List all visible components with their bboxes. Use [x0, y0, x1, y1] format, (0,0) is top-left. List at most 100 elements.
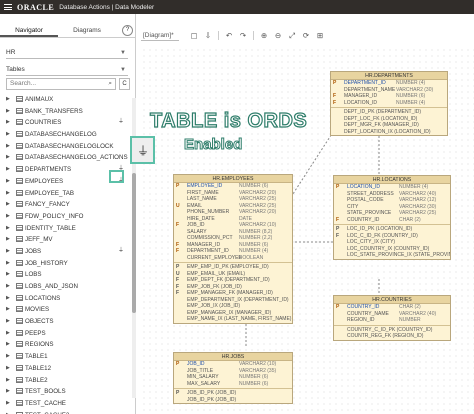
chevron-right-icon[interactable]: ▶ [6, 188, 10, 200]
chevron-right-icon[interactable]: ▶ [6, 281, 10, 293]
key-text: LOC_C_ID_FK (COUNTRY_ID) [347, 232, 418, 239]
list-item[interactable]: ▶ PEEPS [6, 328, 130, 340]
zoom-out-icon[interactable]: ⊖ [271, 31, 285, 40]
column-type: VARCHAR2 (30) [396, 86, 434, 93]
chevron-right-icon[interactable]: ▶ [6, 293, 10, 305]
chevron-right-icon[interactable]: ▶ [6, 152, 10, 164]
list-item[interactable]: ▶TEST_CACHE2 [6, 410, 130, 414]
chevron-right-icon[interactable]: ▶ [6, 164, 10, 176]
list-item[interactable]: ▶ TEST_CACHE [6, 398, 130, 410]
chevron-right-icon[interactable]: ▶ [6, 199, 10, 211]
refresh-icon[interactable]: ⟳ [299, 31, 313, 40]
refresh-button[interactable]: C [119, 78, 130, 90]
column-type: NUMBER (6) [239, 183, 269, 189]
chevron-right-icon[interactable]: ▶ [6, 351, 10, 363]
list-item[interactable]: ▶ TABLE1 [6, 351, 130, 363]
chevron-right-icon[interactable]: ▶ [6, 176, 10, 188]
chevron-right-icon[interactable]: ▶ [6, 117, 10, 129]
layout-icon[interactable]: ⊞ [313, 31, 327, 40]
key-text: LOC_CITY_IX (CITY) [347, 239, 396, 245]
list-item[interactable]: ▶ BANK_TRANSFERS [6, 106, 130, 118]
tab-navigator[interactable]: Navigator [0, 24, 58, 37]
schema-select[interactable]: HR ▼ [6, 47, 128, 59]
zoom-in-icon[interactable]: ⊕ [257, 31, 271, 40]
chevron-right-icon[interactable]: ▶ [6, 129, 10, 141]
list-item[interactable]: ▶ MOVIES [6, 304, 130, 316]
save-icon[interactable]: ▢ [187, 31, 201, 40]
list-item[interactable]: ▶ TEST_BOOLS [6, 386, 130, 398]
entity-departments[interactable]: HR.DEPARTMENTS P DEPARTMENT_ID NUMBER (4) DE… [330, 71, 448, 136]
chevron-right-icon[interactable]: ▶ [6, 258, 10, 270]
table-name: IDENTITY_TABLE [25, 224, 76, 232]
column-type: VARCHAR2 (20) [239, 209, 277, 215]
chevron-right-icon[interactable]: ▶ [6, 211, 10, 223]
diagram-select[interactable]: [Diagram]* [141, 30, 179, 41]
chevron-right-icon[interactable]: ▶ [6, 223, 10, 235]
table-icon [16, 166, 23, 173]
table-icon [16, 306, 23, 313]
key-text: JOB_ID_PK (JOB_ID) [187, 396, 237, 403]
list-item[interactable]: ▶ DATABASECHANGELOG_ACTIONS [6, 152, 130, 164]
list-item[interactable]: ▶ OBJECTS [6, 316, 130, 328]
entity-locations[interactable]: HR.LOCATIONS P LOCATION_ID NUMBER (4) STREET… [333, 175, 451, 260]
entity-jobs[interactable]: HR.JOBS P JOB_ID VARCHAR2 (10) JOB_TITLE VARC… [173, 352, 293, 404]
list-item[interactable]: ▶ JOBS ⏚ [6, 246, 130, 258]
chevron-right-icon[interactable]: ▶ [6, 328, 10, 340]
list-item[interactable]: ▶ LOBS_AND_JSON [6, 281, 130, 293]
table-icon [16, 224, 23, 231]
list-item[interactable]: ▶ FDW_POLICY_INFO [6, 211, 130, 223]
column-type: DATE [239, 215, 252, 222]
list-item[interactable]: ▶ JOB_HISTORY [6, 258, 130, 270]
table-name: REGIONS [25, 341, 54, 349]
chevron-right-icon[interactable]: ▶ [6, 269, 10, 281]
entity-employees[interactable]: HR.EMPLOYEES P EMPLOYEE_ID NUMBER (6) FIRST_… [173, 174, 293, 324]
list-item[interactable]: ▶ DATABASECHANGELOG [6, 129, 130, 141]
fit-icon[interactable]: ⤢ [285, 31, 299, 41]
chevron-right-icon[interactable]: ▶ [6, 386, 10, 398]
key-text: COUNTRY_C_ID_PK (COUNTRY_ID) [347, 326, 433, 333]
help-icon[interactable]: ? [122, 25, 133, 36]
list-item[interactable]: ▶ LOBS [6, 269, 130, 281]
list-item[interactable]: ▶ REGIONS [6, 339, 130, 351]
chevron-right-icon[interactable]: ▶ [6, 246, 10, 258]
list-item[interactable]: ▶ JEFF_MV [6, 234, 130, 246]
column-type: NUMBER (4) [399, 184, 429, 190]
redo-icon[interactable]: ↷ [236, 31, 250, 40]
download-icon[interactable]: ⇩ [201, 31, 215, 40]
chevron-right-icon[interactable]: ▶ [6, 94, 10, 106]
list-item[interactable]: ▶ ANIMAUX [6, 94, 130, 106]
entity-countries[interactable]: HR.COUNTRIES P COUNTRY_ID CHAR (2) COUNTRY_N… [333, 295, 451, 341]
column-type: VARCHAR2 (25) [399, 210, 437, 216]
chevron-right-icon[interactable]: ▶ [6, 363, 10, 375]
column-type: NUMBER (6) [239, 374, 269, 380]
column-type: VARCHAR2 (40) [399, 190, 437, 197]
key-text: DEPT_LOCATION_IX (LOCATION_ID) [344, 128, 431, 135]
list-item[interactable]: ▶ COUNTRIES ⏚ [6, 117, 130, 129]
entity-divider [334, 224, 450, 225]
search-icon[interactable]: ⌕ [108, 79, 112, 89]
chevron-right-icon[interactable]: ▶ [6, 106, 10, 118]
list-item[interactable]: ▶ FANCY_FANCY [6, 199, 130, 211]
chevron-right-icon[interactable]: ▶ [6, 398, 10, 410]
chevron-right-icon[interactable]: ▶ [6, 339, 10, 351]
search-input[interactable]: Search... ⌕ [6, 78, 116, 90]
list-item[interactable]: ▶ LOCATIONS [6, 293, 130, 305]
column-type: NUMBER (2,2) [239, 235, 273, 241]
list-item[interactable]: ▶ IDENTITY_TABLE [6, 223, 130, 235]
list-item[interactable]: ▶ TABLE12 [6, 363, 130, 375]
list-item[interactable]: ▶ TABLE2 [6, 375, 130, 387]
chevron-right-icon[interactable]: ▶ [6, 234, 10, 246]
object-type-select[interactable]: Tables ▼ [6, 64, 128, 76]
tab-diagrams[interactable]: Diagrams [58, 24, 116, 37]
table-icon [16, 259, 23, 266]
chevron-right-icon[interactable]: ▶ [6, 316, 10, 328]
chevron-right-icon[interactable]: ▶ [6, 410, 10, 414]
chevron-right-icon[interactable]: ▶ [6, 375, 10, 387]
chevron-right-icon[interactable]: ▶ [6, 304, 10, 316]
undo-icon[interactable]: ↶ [222, 31, 236, 40]
scrollbar-thumb[interactable] [132, 173, 136, 313]
list-item[interactable]: ▶ EMPLOYEE_TAB [6, 188, 130, 200]
list-item[interactable]: ▶ DATABASECHANGELOGLOCK [6, 141, 130, 153]
hamburger-icon[interactable] [4, 4, 12, 10]
chevron-right-icon[interactable]: ▶ [6, 141, 10, 153]
